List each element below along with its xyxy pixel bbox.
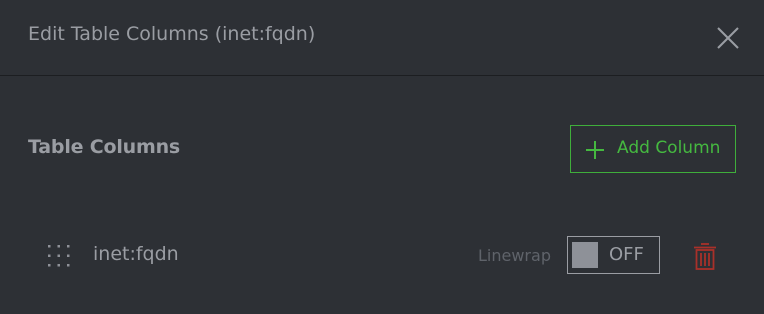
- delete-column-button[interactable]: [693, 242, 717, 270]
- section-title: Table Columns: [28, 136, 181, 158]
- column-name: inet:fqdn: [93, 243, 179, 265]
- trash-icon: [694, 243, 716, 270]
- close-button[interactable]: [714, 24, 742, 52]
- linewrap-toggle[interactable]: OFF: [567, 236, 660, 274]
- plus-icon: [586, 141, 604, 159]
- dialog-header: Edit Table Columns (inet:fqdn): [0, 0, 764, 76]
- add-column-label: Add Column: [617, 138, 721, 158]
- add-column-button[interactable]: Add Column: [570, 125, 736, 173]
- toggle-knob: [572, 242, 598, 268]
- linewrap-label: Linewrap: [478, 246, 551, 265]
- toggle-state: OFF: [609, 244, 644, 265]
- drag-handle[interactable]: [47, 244, 71, 268]
- dialog-title: Edit Table Columns (inet:fqdn): [28, 23, 316, 45]
- edit-table-columns-dialog: Edit Table Columns (inet:fqdn) Table Col…: [0, 0, 764, 314]
- close-icon: [717, 27, 739, 49]
- drag-handle-icon: [48, 245, 70, 267]
- column-row: inet:fqdn Linewrap OFF: [0, 220, 764, 292]
